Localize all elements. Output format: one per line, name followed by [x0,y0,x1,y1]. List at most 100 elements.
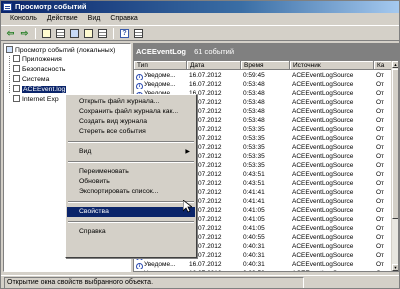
log-title: ACEEventLog [136,47,187,56]
properties-icon[interactable] [69,28,80,39]
cell-time: 0:40:31 [243,252,265,259]
table-row[interactable]: iУведоме...16.07.20120:40:31ACEEventLogS… [134,260,393,269]
log-icon [13,95,20,102]
cell-type: iУведоме... [134,260,187,269]
cell-source: ACEEventLogSource [292,189,354,196]
ctx-view[interactable]: Вид ▶ [67,147,195,157]
vertical-scrollbar[interactable]: ▲ ▼ [391,61,398,271]
ctx-separator [68,221,194,223]
column-type[interactable]: Тип [134,61,187,70]
tree-root[interactable]: Просмотр событий (локальных) [6,46,115,55]
cell-source: ACEEventLogSource [292,144,354,151]
toolbar-separator [113,27,114,39]
table-row[interactable]: iУведоме...16.07.2012 0:53:48 ACEEventLogS… [134,80,393,89]
console-tree-icon[interactable] [55,28,66,39]
ctx-rename[interactable]: Переименовать [67,167,195,177]
cell-source: ACEEventLogSource [292,207,354,214]
cell-time: 0:53:48 [243,90,265,97]
tree-item-system[interactable]: Система [13,75,49,84]
cell-date: 16.07.2012 [189,81,222,88]
cell-time: 0:53:35 [243,126,265,133]
tree-item-aceeventlog[interactable]: ACEEvent.log [13,85,67,94]
log-icon [13,65,20,72]
menu-bar: Консоль Действие Вид Справка [1,13,399,25]
cell-source: ACEEventLogSource [292,216,354,223]
status-bar: Открытие окна свойств выбранного объекта… [1,275,399,288]
mouse-cursor-icon [183,200,192,213]
ctx-new-log-view[interactable]: Создать вид журнала [67,117,195,127]
tree-item-security[interactable]: Безопасность [13,65,65,74]
cell-source: ACEEventLogSource [292,234,354,241]
cell-source: ACEEventLogSource [292,99,354,106]
cell-source: ACEEventLogSource [292,225,354,232]
cell-time: 0:53:35 [243,144,265,151]
ctx-save-log-as[interactable]: Сохранить файл журнала как... [67,107,195,117]
cell-source: ACEEventLogSource [292,126,354,133]
column-time[interactable]: Время [241,61,290,70]
menu-console[interactable]: Консоль [5,13,42,25]
cell-time: 0:53:35 [243,153,265,160]
window-title: Просмотр событий [15,2,87,11]
cell-source: ACEEventLogSource [292,198,354,205]
cell-source: ACEEventLogSource [292,171,354,178]
log-header: ACEEventLog 61 событий [133,43,399,60]
event-viewer-icon [3,3,12,11]
forward-arrow-icon[interactable]: ⇨ [19,28,30,39]
refresh-icon[interactable] [83,28,94,39]
cell-source: ACEEventLogSource [292,153,354,160]
column-header-row: Тип Дата Время Источник Ка [134,61,393,70]
cell-type: iУведоме... [134,269,187,271]
cell-source: ACEEventLogSource [292,135,354,142]
up-folder-icon[interactable] [41,28,52,39]
cell-time: 0:40:55 [243,234,265,241]
view-icon[interactable] [133,28,144,39]
table-row[interactable]: i Уведоме... 16.07.2012 0:59:45 ACEEventLogS… [134,71,393,80]
cell-date: 16.07.2012 [189,72,222,79]
event-count: 61 событий [194,47,235,56]
tree-item-applications[interactable]: Приложения [13,55,62,64]
ctx-clear-events[interactable]: Стереть все события [67,127,195,137]
log-icon [13,85,20,92]
menu-help[interactable]: Справка [105,13,142,25]
ctx-refresh[interactable]: Обновить [67,177,195,187]
column-date[interactable]: Дата [187,61,241,70]
computer-icon [6,46,13,53]
cell-time: 0:53:48 [243,108,265,115]
ctx-export-list[interactable]: Экспортировать список... [67,187,195,197]
back-arrow-icon[interactable]: ⇦ [5,28,16,39]
cell-source: ACEEventLogSource [292,117,354,124]
menu-view[interactable]: Вид [83,13,106,25]
cell-source: ACEEventLogSource [292,108,354,115]
cell-time: 0:53:48 [243,117,265,124]
export-list-icon[interactable] [97,28,108,39]
cell-time: 0:53:48 [243,99,265,106]
cell-source: ACEEventLogSource [292,261,354,268]
cell-source: ACEEventLogSource [292,72,354,79]
toolbar-separator [35,27,36,39]
table-row[interactable]: iУведоме...16.07.20120:39:59ACEEventLogS… [134,269,393,271]
ctx-help[interactable]: Справка [67,227,195,237]
log-icon [13,75,20,82]
context-menu: Открыть файл журнала... Сохранить файл ж… [65,94,197,258]
ctx-separator [68,141,194,143]
log-icon [13,55,20,62]
scroll-thumb[interactable] [392,69,398,219]
cell-time: 0:59:45 [243,72,265,79]
cell-time: 0:41:05 [243,216,265,223]
cell-time: 0:43:51 [243,171,265,178]
cell-time: 0:41:41 [243,189,265,196]
menu-action[interactable]: Действие [42,13,83,25]
scroll-up-button[interactable]: ▲ [392,61,398,68]
cell-time: 0:53:48 [243,81,265,88]
tree-connector [9,56,10,93]
scroll-down-button[interactable]: ▼ [392,264,398,271]
cell-date: 16.07.2012 [189,261,222,268]
column-source[interactable]: Источник [290,61,374,70]
tree-item-internet-explorer[interactable]: Internet Exp [13,95,59,104]
cell-time: 0:41:05 [243,225,265,232]
help-icon[interactable]: ? [119,28,130,39]
cell-source: ACEEventLogSource [292,81,354,88]
cell-time: 0:53:35 [243,162,265,169]
ctx-properties[interactable]: Свойства [67,207,195,217]
ctx-open-log[interactable]: Открыть файл журнала... [67,97,195,107]
